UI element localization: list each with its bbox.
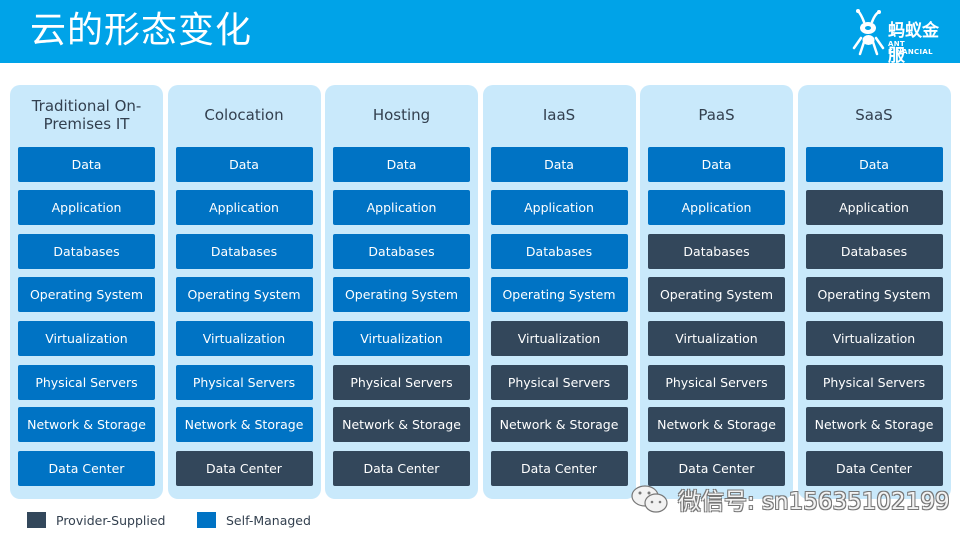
layer-block-virtualization: Virtualization <box>18 321 155 356</box>
layer-block-operating-system: Operating System <box>805 277 943 312</box>
layer-block-network-storage: Network & Storage <box>18 407 155 442</box>
layer-block-network-storage: Network & Storage <box>175 407 313 442</box>
layer-block-data: Data <box>18 147 155 182</box>
layer-block-physical-servers: Physical Servers <box>18 365 155 400</box>
column-title: IaaS <box>542 106 576 124</box>
layer-block-virtualization: Virtualization <box>175 321 313 356</box>
layer-block-physical-servers: Physical Servers <box>490 365 628 400</box>
wechat-icon <box>631 485 668 513</box>
layer-block-databases: Databases <box>490 234 628 269</box>
layer-block-virtualization: Virtualization <box>648 321 785 356</box>
ant-icon <box>852 9 885 56</box>
layer-block-application: Application <box>490 190 628 225</box>
layer-block-data: Data <box>490 147 628 182</box>
layer-block-application: Application <box>805 190 943 225</box>
layer-block-application: Application <box>333 190 470 225</box>
layer-block-network-storage: Network & Storage <box>490 407 628 442</box>
layer-block-operating-system: Operating System <box>490 277 628 312</box>
layer-block-data: Data <box>805 147 943 182</box>
layer-block-application: Application <box>18 190 155 225</box>
layer-block-application: Application <box>175 190 313 225</box>
layer-block-data-center: Data Center <box>490 451 628 486</box>
legend-label-self: Self-Managed <box>226 512 311 528</box>
column-title: Hosting <box>372 106 431 124</box>
layer-block-databases: Databases <box>333 234 470 269</box>
column-title: Traditional On-Premises IT <box>31 97 142 133</box>
layer-block-network-storage: Network & Storage <box>333 407 470 442</box>
column-hosting: Hosting Data Application Databases Operating… <box>325 85 478 499</box>
layer-block-data-center: Data Center <box>648 451 785 486</box>
legend-swatch-provider <box>27 512 46 528</box>
ant-financial-logo: 蚂蚁金服 ANT FINANCIAL <box>852 8 952 66</box>
legend-swatch-self <box>197 512 216 528</box>
column-iaas: IaaS Data Application Databases Operating Sy… <box>482 85 636 499</box>
layer-block-databases: Databases <box>18 234 155 269</box>
watermark-text: 微信号: sn15635102199 <box>678 489 950 515</box>
layer-block-network-storage: Network & Storage <box>648 407 785 442</box>
layer-block-data-center: Data Center <box>175 451 313 486</box>
legend-item-self: Self-Managed <box>197 512 311 528</box>
layer-block-network-storage: Network & Storage <box>805 407 943 442</box>
layer-block-data: Data <box>175 147 313 182</box>
column-colocation: Colocation Data Application Databases Operat… <box>167 85 321 499</box>
layer-block-data-center: Data Center <box>805 451 943 486</box>
layer-block-operating-system: Operating System <box>175 277 313 312</box>
layer-block-databases: Databases <box>648 234 785 269</box>
layer-block-physical-servers: Physical Servers <box>648 365 785 400</box>
column-title: SaaS <box>855 106 893 124</box>
column-title: Colocation <box>204 106 284 124</box>
layer-block-physical-servers: Physical Servers <box>333 365 470 400</box>
layer-block-virtualization: Virtualization <box>490 321 628 356</box>
layer-block-data: Data <box>333 147 470 182</box>
layer-block-physical-servers: Physical Servers <box>175 365 313 400</box>
header-bar: 云的形态变化 蚂蚁金服 ANT FINANCIAL <box>0 0 960 66</box>
layer-block-data-center: Data Center <box>333 451 470 486</box>
column-traditional-on-premises-it: Traditional On-Premises IT Data Applicatio… <box>10 85 163 499</box>
layer-block-operating-system: Operating System <box>333 277 470 312</box>
watermark: 微信号: sn15635102199 <box>630 482 950 516</box>
layer-block-operating-system: Operating System <box>18 277 155 312</box>
layer-block-data-center: Data Center <box>18 451 155 486</box>
layer-block-operating-system: Operating System <box>648 277 785 312</box>
column-saas: SaaS Data Application Databases Operating Sy… <box>797 85 951 499</box>
logo-text-en: ANT FINANCIAL <box>888 40 933 56</box>
layer-block-virtualization: Virtualization <box>333 321 470 356</box>
layer-block-application: Application <box>648 190 785 225</box>
legend-label-provider: Provider-Supplied <box>56 512 166 528</box>
legend-item-provider: Provider-Supplied <box>27 512 165 528</box>
layer-block-data: Data <box>648 147 785 182</box>
column-title: PaaS <box>698 106 735 124</box>
layer-block-virtualization: Virtualization <box>805 321 943 356</box>
layer-block-physical-servers: Physical Servers <box>805 365 943 400</box>
layer-block-databases: Databases <box>175 234 313 269</box>
page-title: 云的形态变化 <box>30 10 253 51</box>
cloud-models-diagram: Traditional On-Premises IT Data Applicatio… <box>10 85 952 499</box>
layer-block-databases: Databases <box>805 234 943 269</box>
column-paas: PaaS Data Application Databases Operating Sy… <box>640 85 793 499</box>
